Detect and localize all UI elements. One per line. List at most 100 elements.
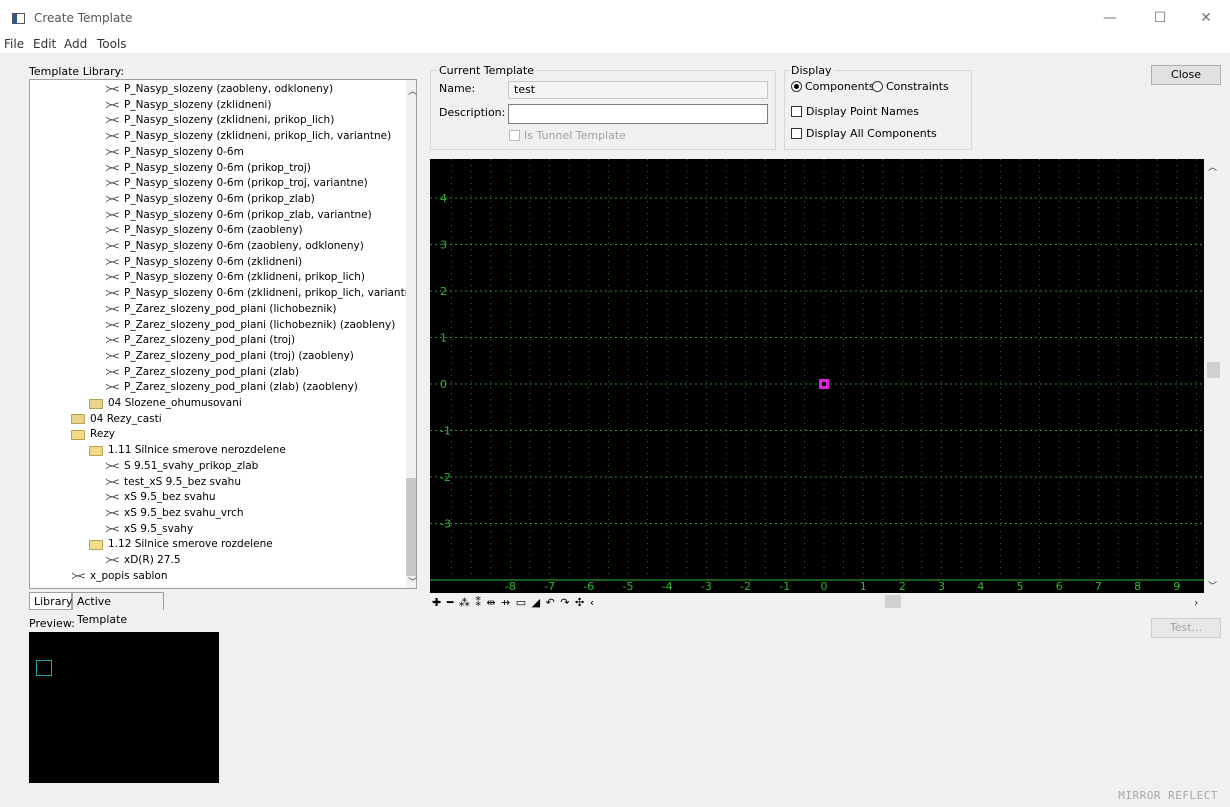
tree-item-label: P_Zarez_slozeny_pod_plani (lichobeznik) … bbox=[124, 318, 396, 331]
tab-library[interactable]: Library bbox=[29, 592, 72, 610]
template-library-tree[interactable]: ≻< P_Nasyp_slozeny (zaobleny, odkloneny) ≻… bbox=[29, 79, 417, 589]
folder-item[interactable]: 04 Rezy_casti bbox=[71, 412, 162, 427]
template-item[interactable]: ≻< P_Zarez_slozeny_pod_plani (lichobeznik… bbox=[105, 318, 395, 333]
menu-edit[interactable]: Edit bbox=[33, 37, 56, 51]
display-point-names-checkbox[interactable] bbox=[791, 106, 802, 117]
app-icon bbox=[12, 13, 25, 24]
tab-active-template[interactable]: Active Template bbox=[72, 592, 164, 626]
template-item[interactable]: ≻< P_Nasyp_slozeny 0-6m (zaobleny) bbox=[105, 223, 303, 238]
tree-item-label: 04 Slozene_ohumusovani bbox=[108, 397, 242, 409]
constraints-radio[interactable] bbox=[872, 81, 883, 92]
template-item[interactable]: ≻< P_Nasyp_slozeny 0-6m (zaobleny, odklon… bbox=[105, 239, 364, 254]
template-icon: ≻< bbox=[105, 303, 120, 315]
template-item[interactable]: ≻< P_Nasyp_slozeny 0-6m (zklidneni) bbox=[105, 255, 302, 270]
menu-tools[interactable]: Tools bbox=[97, 37, 127, 51]
tree-item-label: P_Nasyp_slozeny 0-6m (zaobleny, odklonen… bbox=[124, 240, 364, 252]
tree-item-label: P_Nasyp_slozeny 0-6m (prikop_zlab) bbox=[124, 192, 315, 205]
template-item[interactable]: ≻< P_Zarez_slozeny_pod_plani (troj) (zaob… bbox=[105, 349, 354, 364]
x-tick-label: -1 bbox=[779, 580, 790, 593]
test-button[interactable]: Test... bbox=[1151, 618, 1221, 638]
template-item[interactable]: ≻< P_Nasyp_slozeny 0-6m (prikop_zlab) bbox=[105, 192, 315, 207]
menu-add[interactable]: Add bbox=[64, 37, 87, 51]
template-item[interactable]: ≻< P_Zarez_slozeny_pod_plani (lichobeznik… bbox=[105, 302, 337, 317]
display-all-components-label: Display All Components bbox=[806, 127, 937, 140]
template-item[interactable]: ≻< P_Nasyp_slozeny 0-6m (zklidneni, priko… bbox=[105, 270, 365, 285]
menu-file[interactable]: File bbox=[4, 37, 24, 51]
template-canvas[interactable]: 4 3 2 1 0 -1 -2 -3 -8 -7 -6 -5 -4 -3 -2 -1 0 1 2 3 4 5 6 7 8 9 bbox=[430, 159, 1204, 593]
open-folder-icon bbox=[71, 429, 85, 440]
description-field[interactable] bbox=[508, 104, 768, 124]
folder-item[interactable]: 04 Slozene_ohumusovani bbox=[89, 396, 242, 411]
tree-item-label: xS 9.5_bez svahu_vrch bbox=[124, 506, 244, 519]
close-button[interactable]: Close bbox=[1151, 65, 1221, 85]
scroll-up-icon[interactable]: ︿ bbox=[408, 84, 417, 97]
window-title: Create Template bbox=[34, 11, 133, 25]
x-tick-label: -3 bbox=[701, 580, 712, 593]
x-tick-label: 1 bbox=[860, 580, 867, 593]
canvas-horizontal-scrollbar-thumb[interactable] bbox=[885, 595, 901, 608]
description-label: Description: bbox=[439, 106, 506, 119]
mirror-reflect-label: MIRROR REFLECT bbox=[1118, 789, 1218, 802]
folder-item[interactable]: Rezy bbox=[71, 427, 115, 442]
template-item[interactable]: ≻< x_popis sablon bbox=[71, 569, 168, 584]
template-item[interactable]: ≻< test_xS 9.5_bez svahu bbox=[105, 475, 241, 490]
template-item[interactable]: ≻< P_Zarez_slozeny_pod_plani (troj) bbox=[105, 333, 295, 348]
template-item[interactable]: ≻< xS 9.5_bez svahu bbox=[105, 490, 216, 505]
canvas-toolbar-icons[interactable]: ✚ ━ ⁂ ⁑ ⇹ ⇸ ▭ ◢ ↶ ↷ ✣ ‹ bbox=[432, 596, 595, 609]
tree-item-label: P_Nasyp_slozeny 0-6m (zklidneni, prikop_… bbox=[124, 287, 417, 300]
tree-item-label: P_Nasyp_slozeny (zklidneni, prikop_lich) bbox=[124, 114, 335, 127]
template-item[interactable]: ≻< xS 9.5_svahy bbox=[105, 522, 193, 537]
template-item[interactable]: ≻< P_Nasyp_slozeny (zklidneni, prikop_lic… bbox=[105, 113, 334, 128]
library-scrollbar-thumb[interactable] bbox=[406, 478, 416, 576]
template-icon: ≻< bbox=[105, 366, 120, 378]
folder-item[interactable]: 1.12 Silnice smerove rozdelene bbox=[89, 537, 273, 552]
template-item[interactable]: ≻< P_Nasyp_slozeny 0-6m (prikop_troj) bbox=[105, 161, 311, 176]
x-tick-label: 0 bbox=[821, 580, 828, 593]
current-template-label: Current Template bbox=[437, 64, 537, 77]
components-radio[interactable] bbox=[791, 81, 802, 92]
y-tick-label: -1 bbox=[440, 425, 451, 438]
maximize-button[interactable]: ☐ bbox=[1137, 6, 1183, 30]
template-item[interactable]: ≻< P_Nasyp_slozeny (zklidneni, prikop_lic… bbox=[105, 129, 391, 144]
x-tick-label: 2 bbox=[899, 580, 906, 593]
template-item[interactable]: ≻< P_Nasyp_slozeny (zklidneni) bbox=[105, 98, 271, 113]
canvas-scroll-up-icon[interactable]: ︿ bbox=[1208, 160, 1217, 173]
tree-item-label: P_Nasyp_slozeny (zaobleny, odkloneny) bbox=[124, 83, 334, 95]
tree-item-label: 1.12 Silnice smerove rozdelene bbox=[108, 538, 273, 551]
template-item[interactable]: ≻< P_Nasyp_slozeny 0-6m (zklidneni, priko… bbox=[105, 286, 417, 301]
folder-item[interactable]: 1.11 Silnice smerove nerozdelene bbox=[89, 443, 286, 458]
template-item[interactable]: ≻< P_Nasyp_slozeny 0-6m (prikop_zlab, var… bbox=[105, 208, 372, 223]
canvas-vertical-scrollbar-thumb[interactable] bbox=[1207, 362, 1220, 378]
tree-item-label: P_Nasyp_slozeny 0-6m (zaobleny) bbox=[124, 224, 303, 237]
template-item[interactable]: ≻< xD(R) 27.5 bbox=[105, 553, 181, 568]
tree-item-label: P_Zarez_slozeny_pod_plani (troj) bbox=[124, 334, 296, 347]
template-icon: ≻< bbox=[105, 492, 120, 504]
template-item[interactable]: ≻< P_Nasyp_slozeny 0-6m (prikop_troj, var… bbox=[105, 176, 368, 191]
y-tick-label: -2 bbox=[440, 471, 451, 484]
template-icon: ≻< bbox=[105, 146, 120, 158]
template-icon: ≻< bbox=[105, 319, 120, 331]
close-window-button[interactable]: ✕ bbox=[1183, 6, 1229, 30]
template-item[interactable]: ≻< P_Zarez_slozeny_pod_plani (zlab) bbox=[105, 365, 299, 380]
display-all-components-checkbox[interactable] bbox=[791, 128, 802, 139]
template-item[interactable]: ≻< P_Nasyp_slozeny (zaobleny, odkloneny) bbox=[105, 82, 333, 97]
tree-item-label: 1.11 Silnice smerove nerozdelene bbox=[108, 444, 286, 457]
template-item[interactable]: ≻< P_Zarez_slozeny_pod_plani (zlab) (zaob… bbox=[105, 380, 358, 395]
canvas-scroll-down-icon[interactable]: ﹀ bbox=[1208, 579, 1217, 592]
minimize-button[interactable]: — bbox=[1087, 6, 1133, 30]
template-item[interactable]: ≻< S 9.51_svahy_prikop_zlab bbox=[105, 459, 258, 474]
template-item[interactable]: ≻< xS 9.5_bez svahu_vrch bbox=[105, 506, 244, 521]
name-field[interactable]: test bbox=[508, 81, 768, 99]
display-point-names-label: Display Point Names bbox=[806, 105, 920, 118]
tree-item-label: P_Nasyp_slozeny 0-6m (prikop_troj, varia… bbox=[124, 177, 368, 190]
x-tick-label: -7 bbox=[544, 580, 555, 593]
is-tunnel-checkbox[interactable] bbox=[509, 130, 520, 141]
scroll-down-icon[interactable]: ﹀ bbox=[408, 575, 417, 588]
x-tick-label: 8 bbox=[1134, 580, 1141, 593]
canvas-scroll-right-icon[interactable]: › bbox=[1194, 596, 1198, 609]
x-tick-label: 3 bbox=[938, 580, 945, 593]
x-tick-label: -6 bbox=[583, 580, 594, 593]
template-icon: ≻< bbox=[105, 115, 120, 127]
template-item[interactable]: ≻< P_Nasyp_slozeny 0-6m bbox=[105, 145, 244, 160]
template-icon: ≻< bbox=[105, 162, 120, 174]
